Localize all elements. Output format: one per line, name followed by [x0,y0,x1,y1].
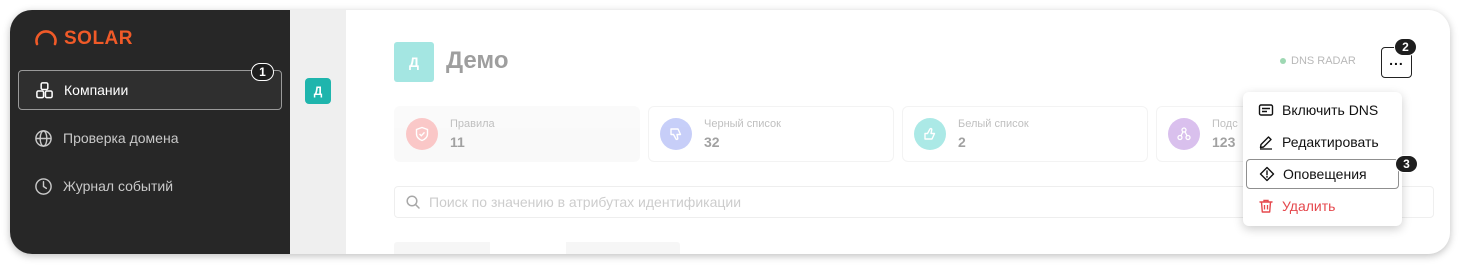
search-icon [406,195,420,209]
shield-icon [406,118,438,150]
sidebar-item-label: Проверка домена [63,130,179,146]
company-avatar: Д [394,42,434,82]
thumb-up-icon [914,118,946,150]
solar-logo-icon [35,30,57,46]
page-title: Демо [446,47,509,74]
menu-item-label: Оповещения [1283,166,1367,182]
menu-item-edit[interactable]: Редактировать [1246,127,1399,157]
alert-diamond-icon [1259,166,1275,182]
menu-item-enable-dns[interactable]: Включить DNS [1246,95,1399,125]
stat-value: 32 [704,134,720,150]
globe-icon [35,129,52,147]
tabs-strip [394,242,680,254]
menu-item-label: Включить DNS [1282,102,1379,118]
company-avatar[interactable]: Д [305,78,331,104]
sidebar-item-label: Журнал событий [63,178,174,194]
blocks-icon [36,81,53,98]
sidebar-item-companies[interactable]: Компании [18,70,282,110]
status-badge: DNS RADAR [1280,55,1356,67]
stat-label: Черный список [704,118,781,130]
menu-item-delete[interactable]: Удалить [1246,191,1399,221]
stat-card-whitelist[interactable]: Белый список 2 [902,106,1148,162]
logo-text: SOLAR [64,28,133,49]
search-input[interactable] [429,194,1329,210]
menu-item-label: Редактировать [1282,134,1379,150]
menu-item-alerts[interactable]: Оповещения [1246,159,1399,189]
sidebar-item-domain-check[interactable]: Проверка домена [18,118,282,158]
stat-value: 2 [958,134,966,150]
stat-value: 11 [450,134,465,150]
trash-icon [1259,199,1273,213]
stat-card-rules[interactable]: Правила 11 [394,106,640,162]
menu-item-label: Удалить [1282,198,1336,214]
annotation-badge: 3 [1395,155,1418,173]
sidebar-item-label: Компании [64,82,129,98]
stat-card-blacklist[interactable]: Черный список 32 [648,106,894,162]
thumb-down-icon [660,118,692,150]
status-text: DNS RADAR [1291,55,1356,67]
app-window: SOLAR Компании Проверка домена Журнал со… [10,10,1450,254]
company-switcher: Д [290,10,346,254]
network-icon [1168,118,1200,150]
clock-icon [35,177,52,195]
pencil-icon [1259,136,1272,150]
sidebar-item-event-log[interactable]: Журнал событий [18,166,282,206]
annotation-badge: 2 [1394,38,1417,56]
annotation-badge: 1 [251,63,274,81]
dns-card-icon [1258,104,1274,116]
stat-label: Белый список [958,118,1029,130]
app-logo[interactable]: SOLAR [34,27,133,51]
stat-label: Правила [450,118,495,130]
stat-value: 123 [1212,134,1236,150]
status-dot-icon [1280,58,1286,64]
sidebar: SOLAR Компании Проверка домена Журнал со… [10,10,290,254]
stat-label: Подс [1212,118,1238,130]
actions-dropdown-menu: Включить DNS Редактировать Оповещения Уд… [1243,92,1402,226]
tab-selected[interactable] [490,242,566,254]
